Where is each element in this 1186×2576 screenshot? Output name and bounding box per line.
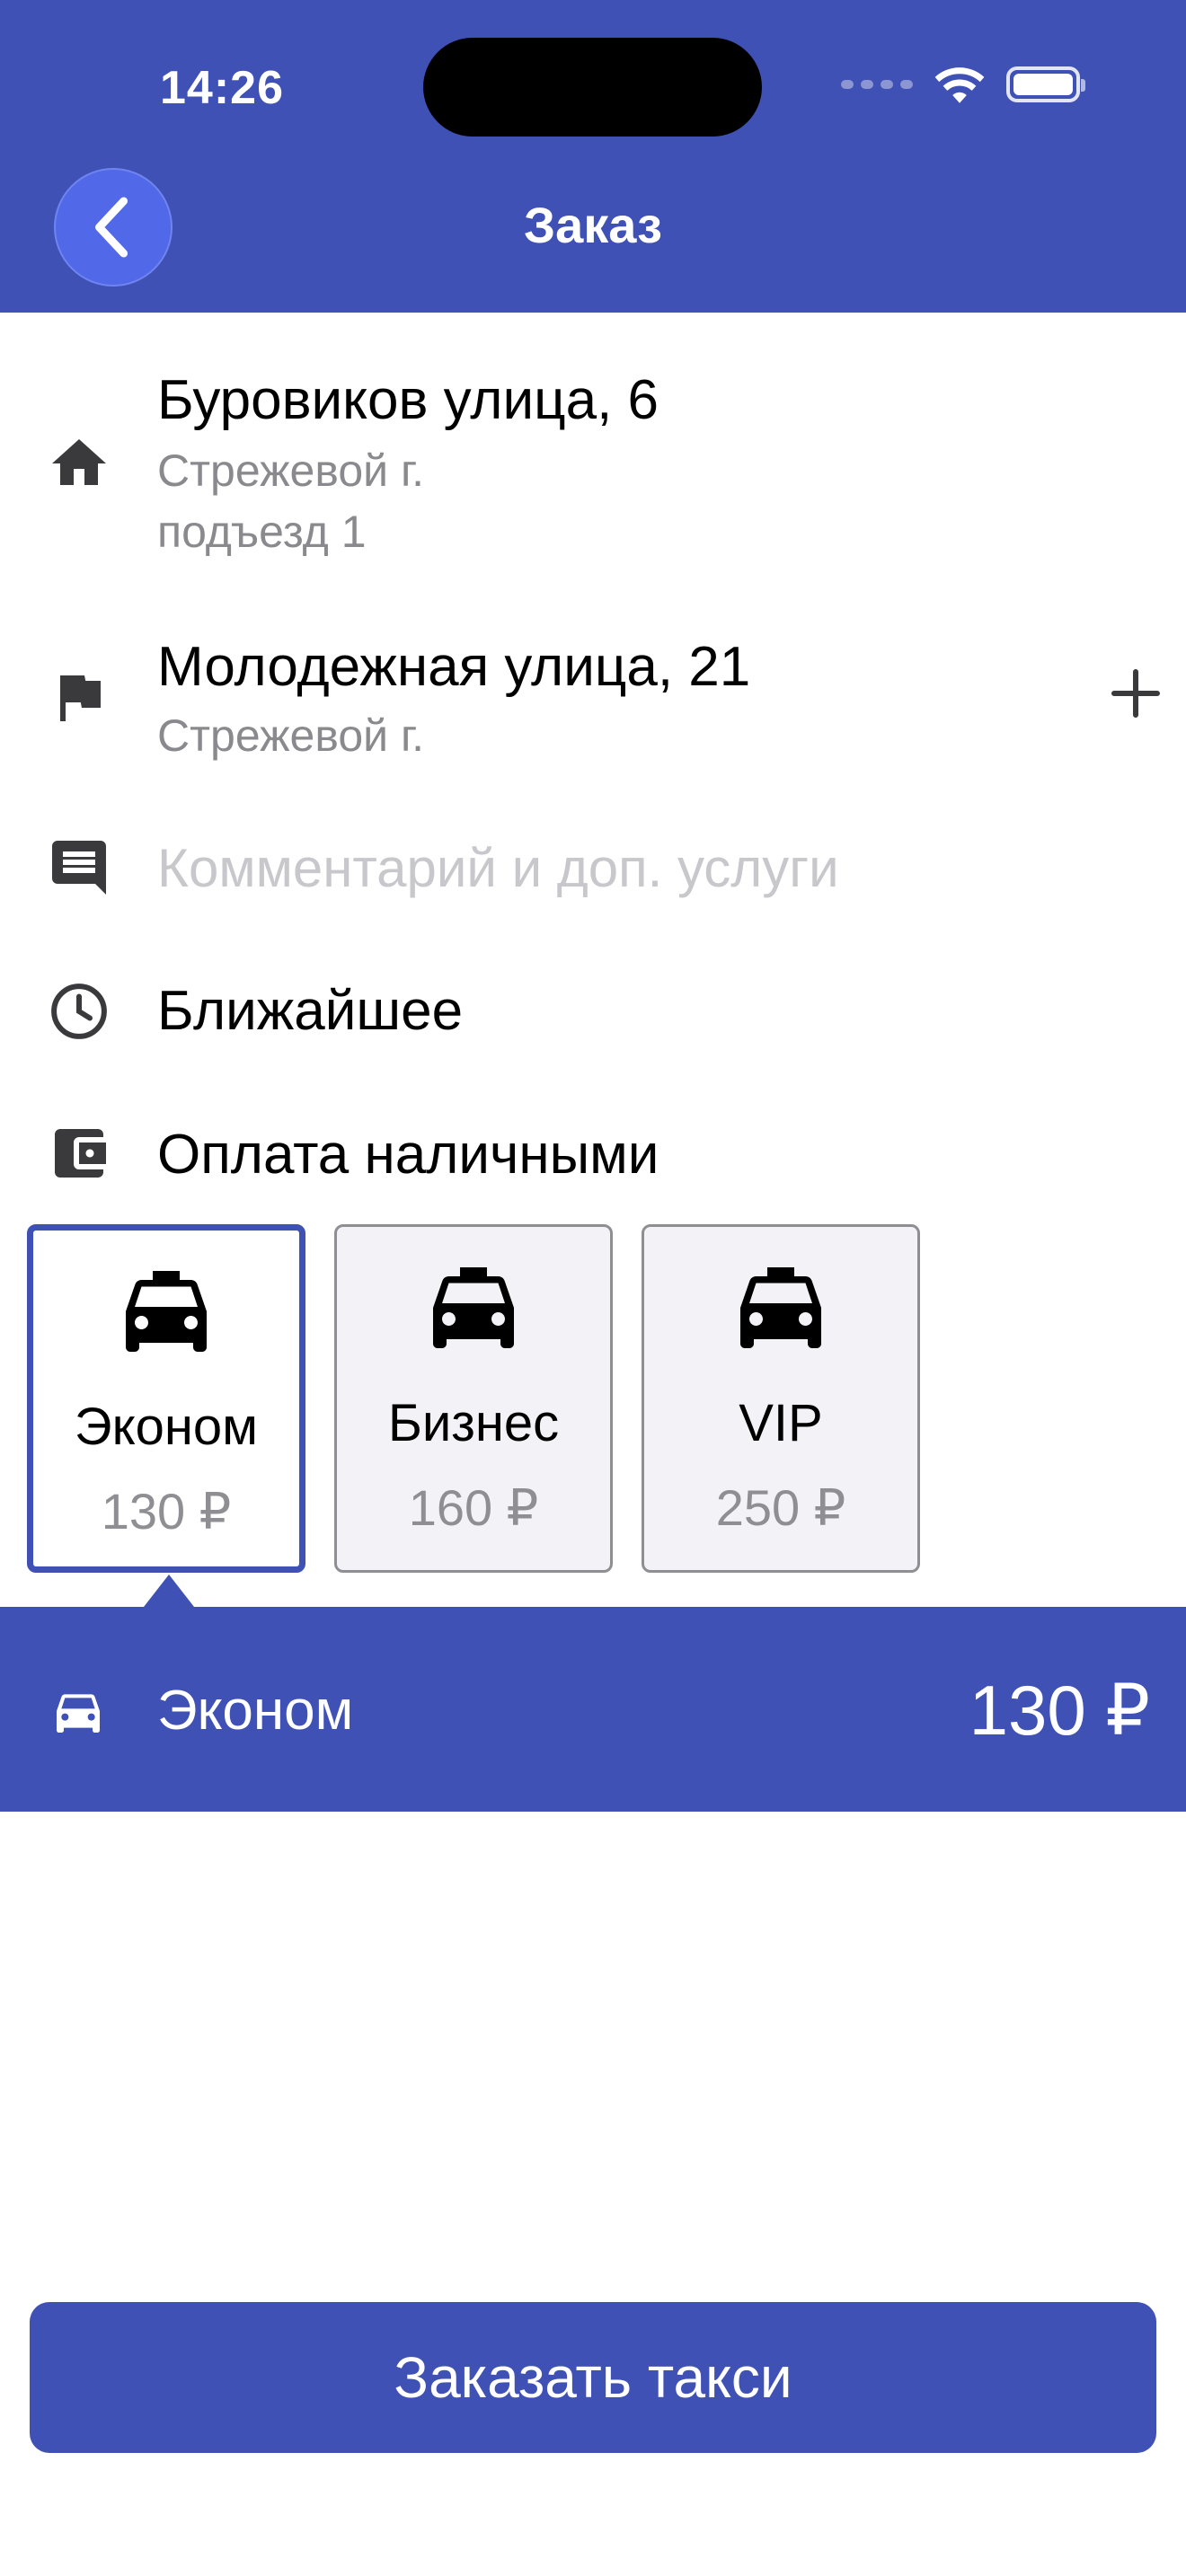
flag-icon <box>60 675 101 721</box>
tariff-price: 130 ₽ <box>101 1483 232 1539</box>
car-icon <box>57 1694 100 1733</box>
tariff-name: Эконом <box>74 1398 259 1456</box>
tariff-price: 160 ₽ <box>408 1479 539 1536</box>
add-stop-button[interactable] <box>1109 666 1163 720</box>
pickup-city: Стрежевой г. <box>157 446 424 496</box>
wifi-icon <box>934 67 985 103</box>
cellular-signal-icon <box>841 80 913 89</box>
tariff-price: 250 ₽ <box>715 1479 846 1536</box>
tariff-card-business[interactable]: Бизнес 160 ₽ <box>334 1224 613 1573</box>
selected-tariff-pointer <box>144 1575 194 1607</box>
battery-icon <box>1006 66 1085 102</box>
comment-field[interactable]: Комментарий и доп. услуги <box>157 837 839 899</box>
comment-icon <box>52 841 106 895</box>
pickup-entrance: подъезд 1 <box>157 507 367 557</box>
destination-city: Стрежевой г. <box>157 710 424 761</box>
tariff-card-econom[interactable]: Эконом 130 ₽ <box>27 1224 305 1573</box>
app-header: 14:26 Заказ <box>0 0 1186 313</box>
summary-tariff-name: Эконом <box>157 1680 354 1742</box>
tariff-name: VIP <box>739 1394 823 1452</box>
dynamic-island <box>423 38 762 137</box>
wallet-icon <box>55 1129 106 1178</box>
taxi-icon <box>740 1267 821 1348</box>
page-title: Заказ <box>524 197 662 253</box>
pickup-street[interactable]: Буровиков улица, 6 <box>157 368 659 432</box>
clock-icon <box>51 984 107 1039</box>
taxi-icon <box>433 1267 514 1348</box>
status-time: 14:26 <box>160 62 284 114</box>
taxi-icon <box>126 1271 207 1352</box>
home-icon <box>52 439 106 485</box>
tariff-card-vip[interactable]: VIP 250 ₽ <box>642 1224 920 1573</box>
destination-street[interactable]: Молодежная улица, 21 <box>157 635 750 699</box>
order-taxi-button[interactable]: Заказать такси <box>30 2302 1156 2453</box>
status-icons <box>841 65 1085 104</box>
summary-price: 130 ₽ <box>969 1671 1150 1750</box>
tariff-name: Бизнес <box>387 1394 560 1452</box>
payment-method[interactable]: Оплата наличными <box>157 1123 659 1187</box>
pickup-time[interactable]: Ближайшее <box>157 979 463 1043</box>
selected-tariff-summary: Эконом 130 ₽ <box>0 1607 1186 1812</box>
